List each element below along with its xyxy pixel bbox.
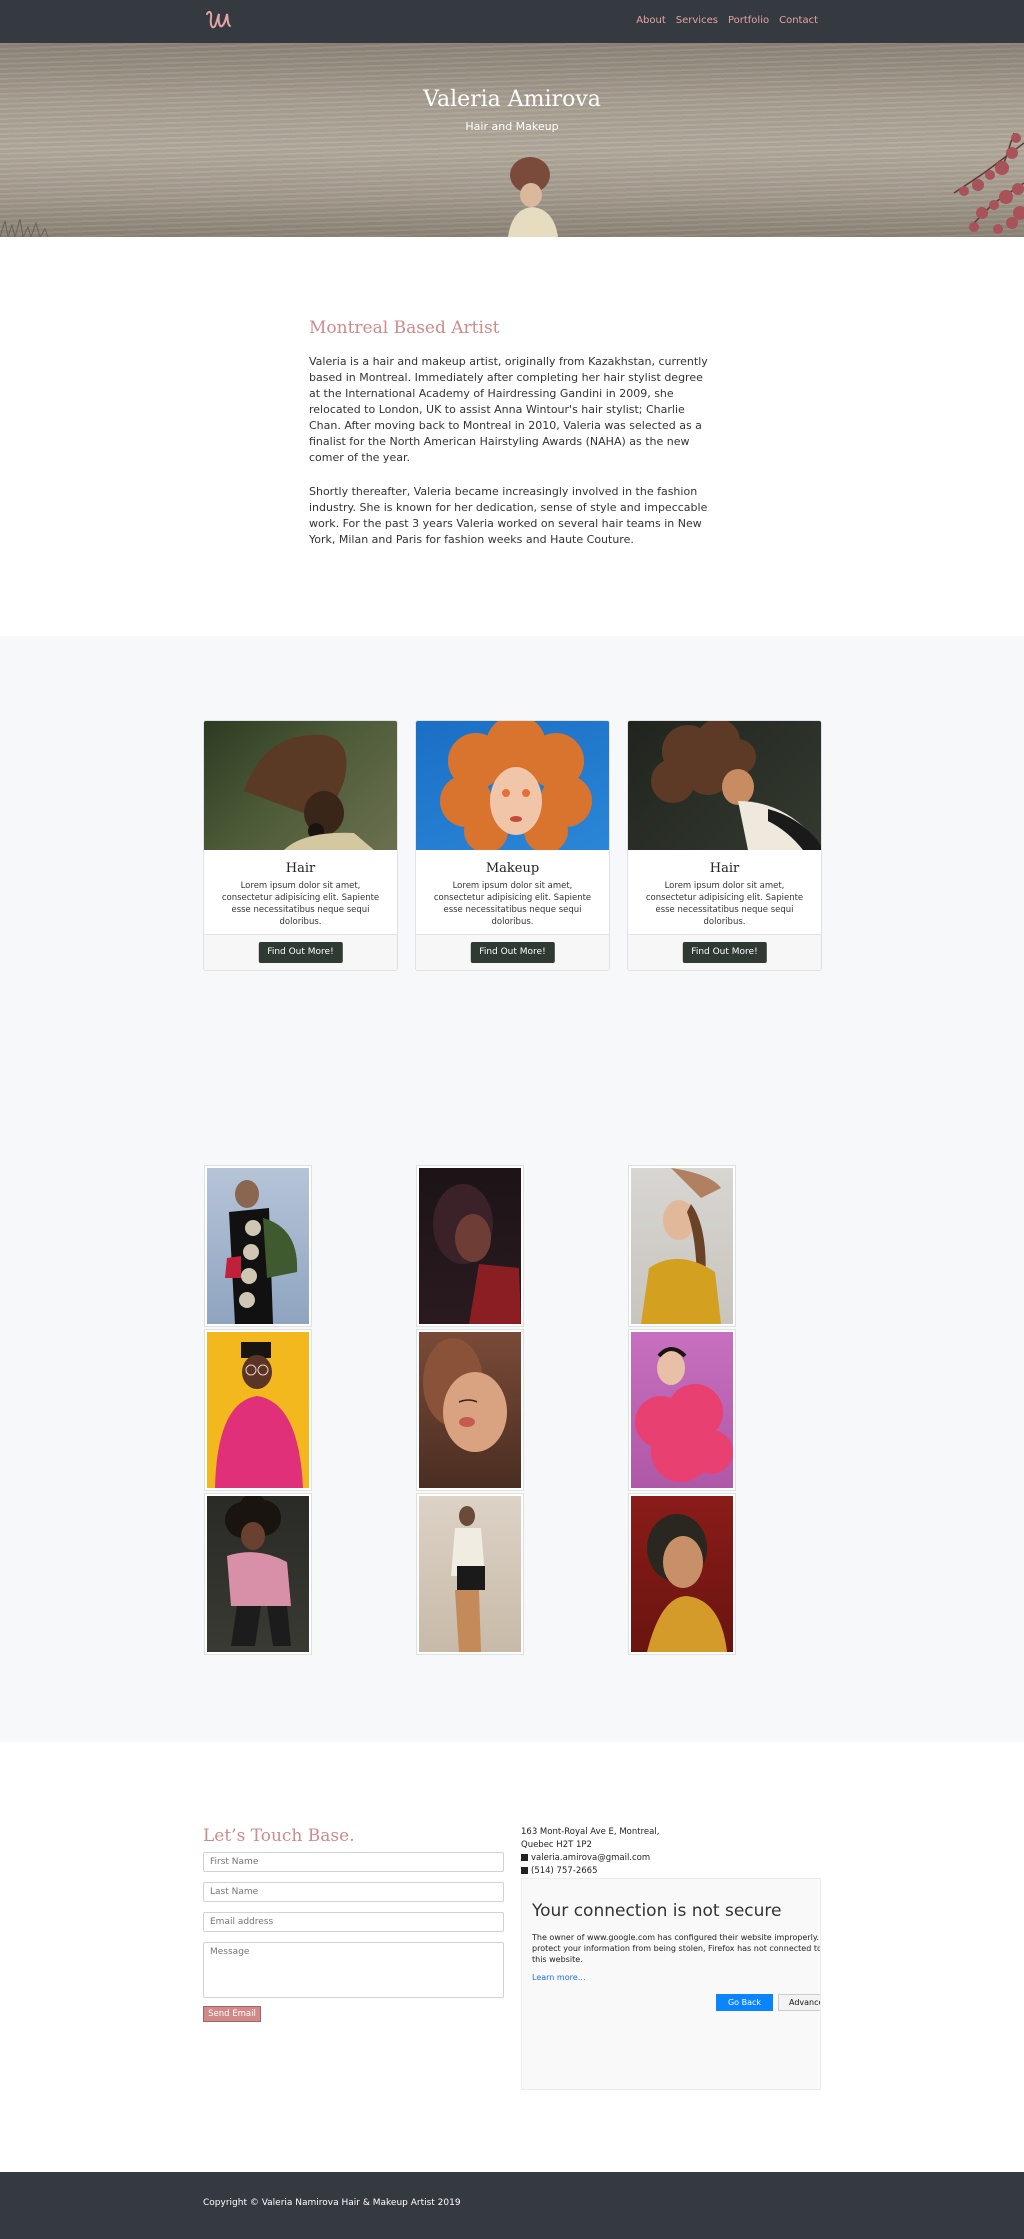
portfolio-photo[interactable] bbox=[628, 1493, 736, 1655]
footer-copyright: Copyright © Valeria Namirova Hair & Make… bbox=[203, 2198, 461, 2208]
contact-phone-row: (514) 757-2665 bbox=[521, 1865, 659, 1878]
contact-address-block: 163 Mont-Royal Ave E, Montreal, Quebec H… bbox=[521, 1826, 659, 1878]
error-title: Your connection is not secure bbox=[532, 1901, 782, 1921]
service-image-makeup bbox=[416, 721, 609, 850]
about-heading: Montreal Based Artist bbox=[309, 318, 500, 338]
navbar: About Services Portfolio Contact bbox=[0, 0, 1024, 43]
envelope-icon bbox=[521, 1854, 528, 1861]
contact-email[interactable]: valeria.amirova@gmail.com bbox=[531, 1853, 650, 1863]
service-text-makeup: Lorem ipsum dolor sit amet, consectetur … bbox=[433, 881, 592, 927]
service-card-footer: Find Out More! bbox=[204, 934, 397, 970]
contact-heading: Let’s Touch Base. bbox=[203, 1826, 355, 1846]
hero-title: Valeria Amirova bbox=[423, 87, 601, 112]
service-card-hair-2: Hair Lorem ipsum dolor sit amet, consect… bbox=[627, 720, 822, 971]
about-paragraph-1: Valeria is a hair and makeup artist, ori… bbox=[309, 355, 708, 464]
advanced-button[interactable]: Advanced bbox=[778, 1994, 820, 2011]
learn-more-link[interactable]: Learn more… bbox=[532, 1973, 586, 1982]
portfolio-photo[interactable] bbox=[628, 1165, 736, 1327]
nav-link-services[interactable]: Services bbox=[676, 15, 718, 26]
service-card-hair: Hair Lorem ipsum dolor sit amet, consect… bbox=[203, 720, 398, 971]
service-image-hair-2 bbox=[628, 721, 821, 850]
find-out-more-button-hair-2[interactable]: Find Out More! bbox=[682, 942, 767, 963]
last-name-input[interactable] bbox=[203, 1882, 504, 1902]
address-line-2: Quebec H2T 1P2 bbox=[521, 1840, 592, 1850]
portfolio-photo[interactable] bbox=[628, 1329, 736, 1491]
nav-link-contact[interactable]: Contact bbox=[779, 15, 818, 26]
footer: Copyright © Valeria Namirova Hair & Make… bbox=[0, 2172, 1024, 2239]
email-input[interactable] bbox=[203, 1912, 504, 1932]
hero-banner: Valeria Amirova Hair and Makeup bbox=[0, 43, 1024, 237]
address-line-1: 163 Mont-Royal Ave E, Montreal, bbox=[521, 1827, 660, 1837]
about-paragraph-2: Shortly thereafter, Valeria became incre… bbox=[309, 485, 708, 546]
page: About Services Portfolio Contact Valeria… bbox=[0, 0, 1024, 2239]
find-out-more-button-hair[interactable]: Find Out More! bbox=[258, 942, 343, 963]
service-card-makeup: Makeup Lorem ipsum dolor sit amet, conse… bbox=[415, 720, 610, 971]
service-card-footer: Find Out More! bbox=[628, 934, 821, 970]
go-back-button[interactable]: Go Back bbox=[716, 1994, 773, 2011]
service-card-footer: Find Out More! bbox=[416, 934, 609, 970]
contact-email-row: valeria.amirova@gmail.com bbox=[521, 1852, 659, 1865]
hero-grass-decoration bbox=[0, 218, 49, 237]
service-title-hair-2: Hair bbox=[709, 861, 740, 876]
first-name-input[interactable] bbox=[203, 1852, 504, 1872]
service-title-makeup: Makeup bbox=[485, 861, 540, 876]
service-image-hair bbox=[204, 721, 397, 850]
hero-model-figure bbox=[508, 157, 558, 237]
phone-icon bbox=[521, 1867, 528, 1874]
hero-subtitle: Hair and Makeup bbox=[465, 120, 559, 133]
portfolio-photo[interactable] bbox=[204, 1165, 312, 1327]
message-textarea[interactable] bbox=[203, 1942, 504, 1998]
service-text-hair-2: Lorem ipsum dolor sit amet, consectetur … bbox=[645, 881, 804, 927]
contact-phone[interactable]: (514) 757-2665 bbox=[531, 1866, 597, 1876]
nav-link-portfolio[interactable]: Portfolio bbox=[728, 15, 769, 26]
send-email-button[interactable]: Send Email bbox=[203, 2006, 261, 2022]
about-section: Montreal Based Artist Valeria is a hair … bbox=[309, 318, 715, 566]
portfolio-photo[interactable] bbox=[204, 1329, 312, 1491]
service-text-hair: Lorem ipsum dolor sit amet, consectetur … bbox=[221, 881, 380, 927]
nav-links: About Services Portfolio Contact bbox=[636, 15, 818, 26]
service-title-hair: Hair bbox=[285, 861, 316, 876]
logo-icon[interactable] bbox=[203, 6, 233, 36]
nav-link-about[interactable]: About bbox=[636, 15, 666, 26]
portfolio-photo[interactable] bbox=[416, 1329, 524, 1491]
error-message: The owner of www.google.com has configur… bbox=[532, 1933, 821, 1964]
map-embed-error: Your connection is not secure The owner … bbox=[521, 1878, 821, 2090]
portfolio-photo[interactable] bbox=[204, 1493, 312, 1655]
find-out-more-button-makeup[interactable]: Find Out More! bbox=[470, 942, 555, 963]
portfolio-photo[interactable] bbox=[416, 1493, 524, 1655]
portfolio-photo[interactable] bbox=[416, 1165, 524, 1327]
